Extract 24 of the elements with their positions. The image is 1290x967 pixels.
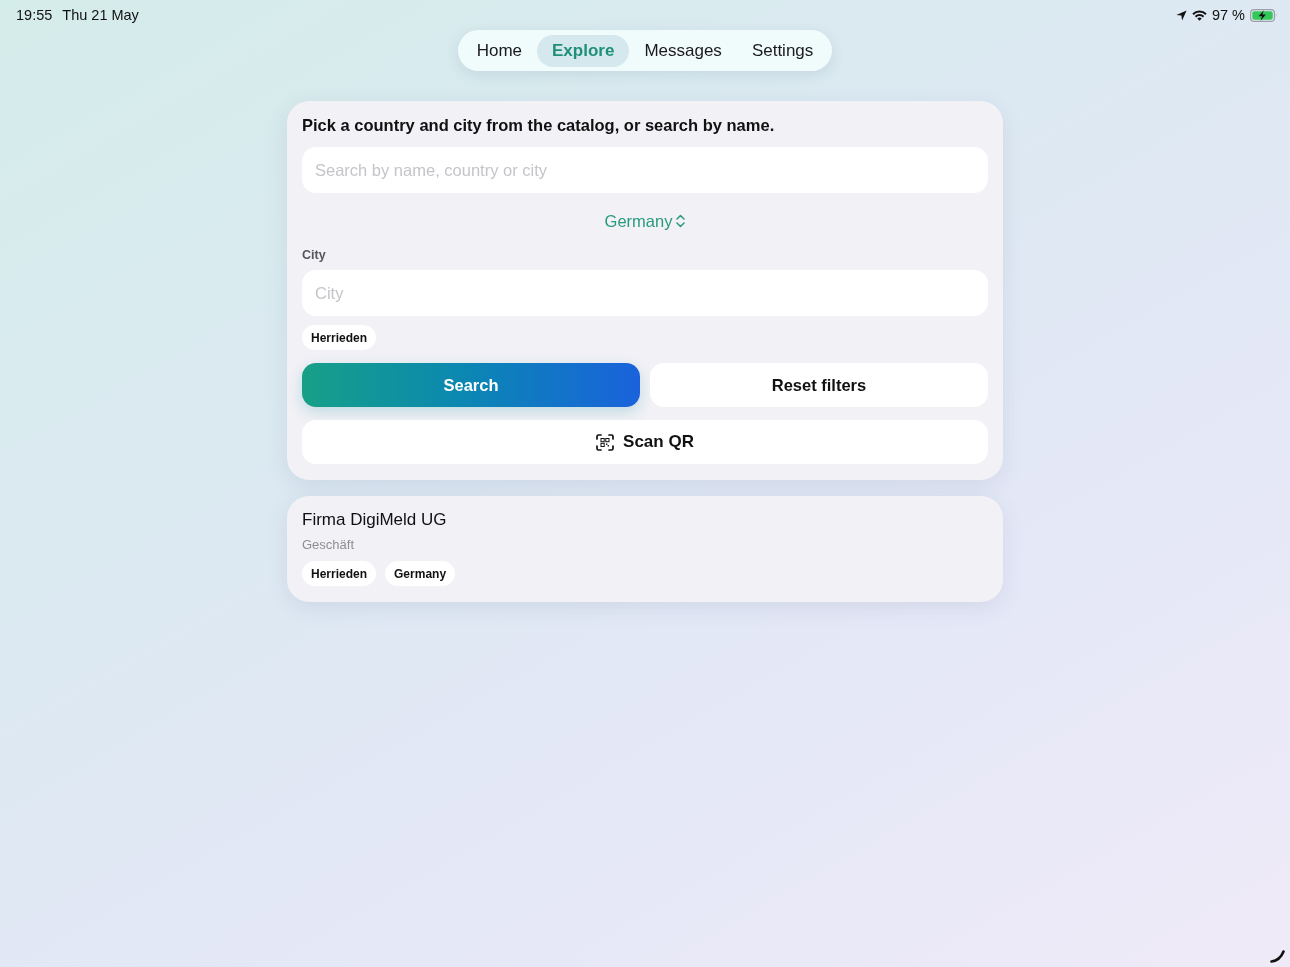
tab[interactable]: Settings bbox=[736, 35, 829, 67]
battery-percent: 97 % bbox=[1211, 7, 1245, 23]
status-date: Thu 21 May bbox=[62, 7, 139, 23]
reset-filters-button[interactable]: Reset filters bbox=[650, 363, 988, 407]
qr-scan-icon bbox=[596, 433, 615, 451]
city-chip[interactable]: Herrieden bbox=[302, 325, 377, 350]
scan-qr-button[interactable]: Scan QR bbox=[302, 420, 988, 464]
city-field[interactable]: City bbox=[302, 270, 988, 316]
status-time: 19:55 bbox=[16, 7, 53, 23]
result-category: Geschäft bbox=[302, 537, 356, 553]
city-label: City bbox=[302, 247, 327, 263]
location-arrow-icon bbox=[1175, 9, 1187, 21]
corner-arc-icon bbox=[1270, 950, 1285, 963]
search-button[interactable]: Search bbox=[302, 363, 640, 407]
search-field[interactable]: Search by name, country or city bbox=[302, 147, 988, 193]
result-tag: Herrieden bbox=[302, 561, 377, 586]
wifi-icon bbox=[1191, 9, 1207, 21]
chevron-up-down-icon bbox=[676, 214, 686, 228]
result-card[interactable]: Firma DigiMeld UG Geschäft Herrieden Germany bbox=[287, 496, 1003, 602]
result-title: Firma DigiMeld UG bbox=[302, 510, 448, 530]
tab[interactable]: Home bbox=[461, 35, 538, 67]
panel-heading: Pick a country and city from the catalog, or search by name. bbox=[302, 115, 776, 135]
tab[interactable]: Messages bbox=[629, 35, 737, 67]
result-tag: Germany bbox=[385, 561, 456, 586]
